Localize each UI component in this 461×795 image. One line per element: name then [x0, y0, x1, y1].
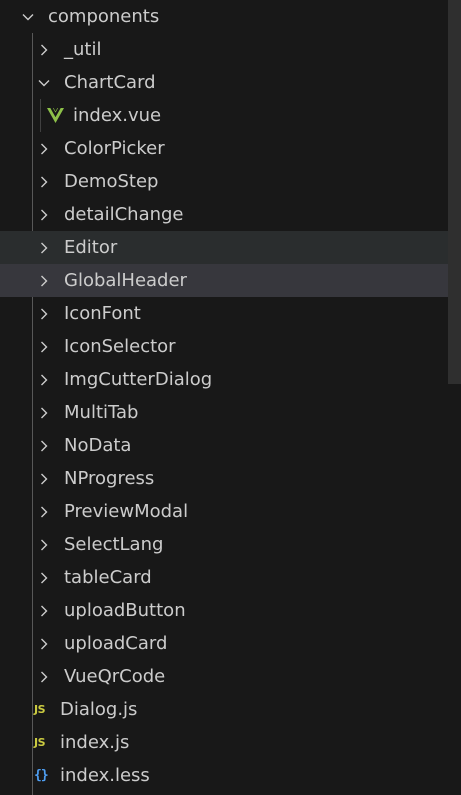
- chevron-right-icon: [36, 504, 52, 520]
- chevron-right-icon: [36, 372, 52, 388]
- chevron-right-icon: [36, 42, 52, 58]
- folder-nprogress[interactable]: NProgress: [0, 462, 448, 495]
- folder-label: VueQrCode: [64, 666, 166, 687]
- folder-label: SelectLang: [64, 534, 164, 555]
- chevron-right-icon: [36, 207, 52, 223]
- folder-colorpicker[interactable]: ColorPicker: [0, 132, 448, 165]
- chevron-right-icon: [36, 570, 52, 586]
- chevron-right-icon: [36, 537, 52, 553]
- chevron-right-icon: [36, 174, 52, 190]
- folder-components[interactable]: components: [0, 0, 448, 33]
- folder-editor[interactable]: Editor: [0, 231, 448, 264]
- folder-label: NoData: [64, 435, 132, 456]
- chevron-right-icon: [36, 240, 52, 256]
- folder-selectlang[interactable]: SelectLang: [0, 528, 448, 561]
- chevron-right-icon: [36, 669, 52, 685]
- chevron-right-icon: [36, 471, 52, 487]
- folder-label: _util: [64, 39, 102, 60]
- js-file-icon: JS: [34, 703, 46, 716]
- chevron-right-icon: [36, 339, 52, 355]
- folder-label: PreviewModal: [64, 501, 189, 522]
- folder-label: uploadButton: [64, 600, 186, 621]
- folder-nodata[interactable]: NoData: [0, 429, 448, 462]
- folder-uploadbutton[interactable]: uploadButton: [0, 594, 448, 627]
- folder-label: Editor: [64, 237, 118, 258]
- folder-vueqrcode[interactable]: VueQrCode: [0, 660, 448, 693]
- chevron-right-icon: [36, 273, 52, 289]
- folder-label: components: [48, 6, 160, 27]
- folder-iconfont[interactable]: IconFont: [0, 297, 448, 330]
- less-file-icon: {}: [34, 768, 49, 783]
- folder-label: ChartCard: [64, 72, 156, 93]
- folder-label: ImgCutterDialog: [64, 369, 213, 390]
- folder-detailchange[interactable]: detailChange: [0, 198, 448, 231]
- folder-label: IconFont: [64, 303, 141, 324]
- chevron-down-icon: [36, 75, 52, 91]
- folder-label: detailChange: [64, 204, 184, 225]
- chevron-right-icon: [36, 405, 52, 421]
- folder-uploadcard[interactable]: uploadCard: [0, 627, 448, 660]
- chevron-right-icon: [36, 306, 52, 322]
- folder-label: IconSelector: [64, 336, 176, 357]
- vue-icon: [47, 108, 69, 123]
- folder-previewmodal[interactable]: PreviewModal: [0, 495, 448, 528]
- folder-label: NProgress: [64, 468, 155, 489]
- folder-imgcutterdialog[interactable]: ImgCutterDialog: [0, 363, 448, 396]
- file-label: index.less: [60, 765, 150, 786]
- folder-demostep[interactable]: DemoStep: [0, 165, 448, 198]
- folder-label: ColorPicker: [64, 138, 165, 159]
- folder-util[interactable]: _util: [0, 33, 448, 66]
- folder-label: GlobalHeader: [64, 270, 187, 291]
- explorer-tree: components _util ChartCard index.vue Col…: [0, 0, 461, 795]
- folder-label: DemoStep: [64, 171, 159, 192]
- chevron-right-icon: [36, 603, 52, 619]
- js-file-icon: JS: [34, 736, 46, 749]
- chevron-right-icon: [36, 636, 52, 652]
- folder-label: uploadCard: [64, 633, 168, 654]
- file-label: Dialog.js: [60, 699, 138, 720]
- file-label: index.js: [60, 732, 130, 753]
- folder-label: MultiTab: [64, 402, 139, 423]
- file-index-less[interactable]: {} index.less: [0, 759, 448, 792]
- chevron-right-icon: [36, 438, 52, 454]
- folder-label: tableCard: [64, 567, 152, 588]
- chevron-down-icon: [20, 9, 36, 25]
- folder-chartcard[interactable]: ChartCard: [0, 66, 448, 99]
- file-dialog-js[interactable]: JS Dialog.js: [0, 693, 448, 726]
- vertical-scrollbar[interactable]: [448, 0, 461, 384]
- file-index-vue[interactable]: index.vue: [0, 99, 448, 132]
- file-index-js[interactable]: JS index.js: [0, 726, 448, 759]
- folder-globalheader[interactable]: GlobalHeader: [0, 264, 448, 297]
- folder-tablecard[interactable]: tableCard: [0, 561, 448, 594]
- file-label: index.vue: [73, 105, 162, 126]
- chevron-right-icon: [36, 141, 52, 157]
- folder-multitab[interactable]: MultiTab: [0, 396, 448, 429]
- folder-iconselector[interactable]: IconSelector: [0, 330, 448, 363]
